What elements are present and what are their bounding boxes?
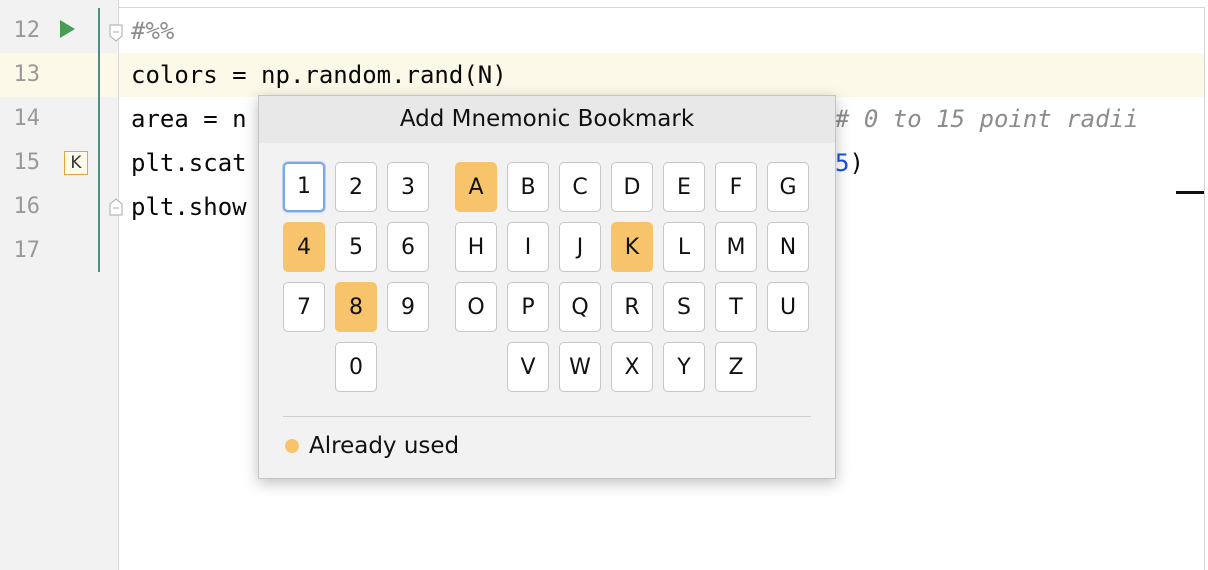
- key-3[interactable]: 3: [387, 162, 429, 212]
- code-text: area = n: [131, 105, 247, 133]
- key-d[interactable]: D: [611, 162, 653, 212]
- key-2[interactable]: 2: [335, 162, 377, 212]
- code-line-15[interactable]: plt.scat: [131, 141, 247, 185]
- line-number: 15: [13, 150, 41, 175]
- popup-divider: [283, 416, 811, 417]
- code-line-12[interactable]: #%%: [131, 9, 174, 53]
- key-j[interactable]: J: [559, 222, 601, 272]
- scroll-marker: [1176, 191, 1204, 194]
- key-s[interactable]: S: [663, 282, 705, 332]
- key-9[interactable]: 9: [387, 282, 429, 332]
- key-e[interactable]: E: [663, 162, 705, 212]
- gutter-divider: [118, 0, 119, 570]
- key-o[interactable]: O: [455, 282, 497, 332]
- key-b[interactable]: B: [507, 162, 549, 212]
- line-number: 17: [13, 238, 41, 263]
- key-r[interactable]: R: [611, 282, 653, 332]
- cell-separator: [118, 7, 1204, 8]
- key-y[interactable]: Y: [663, 342, 705, 392]
- key-n[interactable]: N: [767, 222, 809, 272]
- popup-title: Add Mnemonic Bookmark: [259, 96, 835, 143]
- key-m[interactable]: M: [715, 222, 757, 272]
- key-q[interactable]: Q: [559, 282, 601, 332]
- key-a[interactable]: A: [455, 162, 497, 212]
- key-p[interactable]: P: [507, 282, 549, 332]
- code-line-14[interactable]: area = n: [131, 97, 247, 141]
- key-f[interactable]: F: [715, 162, 757, 212]
- bookmark-gutter-icon[interactable]: K: [64, 151, 88, 175]
- code-line-15-tail: 5): [835, 141, 864, 185]
- key-1[interactable]: 1: [283, 162, 325, 212]
- key-c[interactable]: C: [559, 162, 601, 212]
- key-u[interactable]: U: [767, 282, 809, 332]
- code-line-16[interactable]: plt.show: [131, 185, 247, 229]
- line-number: 14: [13, 106, 41, 131]
- code-line-13[interactable]: colors = np.random.rand(N): [131, 53, 507, 97]
- key-i[interactable]: I: [507, 222, 549, 272]
- key-k[interactable]: K: [611, 222, 653, 272]
- code-text: ): [849, 149, 864, 177]
- key-8[interactable]: 8: [335, 282, 377, 332]
- key-v[interactable]: V: [507, 342, 549, 392]
- key-7[interactable]: 7: [283, 282, 325, 332]
- mnemonic-bookmark-popup: Add Mnemonic Bookmark 1 2 3 4 5 6 7 8 9 …: [258, 95, 836, 479]
- fold-end-icon[interactable]: [109, 198, 123, 216]
- key-l[interactable]: L: [663, 222, 705, 272]
- code-text: plt.scat: [131, 149, 247, 177]
- run-cell-icon[interactable]: [60, 20, 75, 38]
- editor-right-margin: [1204, 7, 1205, 570]
- key-5[interactable]: 5: [335, 222, 377, 272]
- key-w[interactable]: W: [559, 342, 601, 392]
- key-t[interactable]: T: [715, 282, 757, 332]
- key-6[interactable]: 6: [387, 222, 429, 272]
- key-4[interactable]: 4: [283, 222, 325, 272]
- already-used-dot-icon: [285, 439, 299, 453]
- key-x[interactable]: X: [611, 342, 653, 392]
- line-number: 12: [13, 18, 41, 43]
- code-comment: # 0 to 15 point radii: [835, 105, 1139, 133]
- key-g[interactable]: G: [767, 162, 809, 212]
- fold-start-icon[interactable]: [109, 24, 123, 42]
- line-number: 16: [13, 194, 41, 219]
- cell-indicator-bar: [98, 8, 100, 272]
- code-number: 5: [835, 149, 850, 177]
- legend-label: Already used: [309, 433, 460, 459]
- key-z[interactable]: Z: [715, 342, 757, 392]
- key-h[interactable]: H: [455, 222, 497, 272]
- line-number: 13: [13, 62, 41, 87]
- key-0[interactable]: 0: [335, 342, 377, 392]
